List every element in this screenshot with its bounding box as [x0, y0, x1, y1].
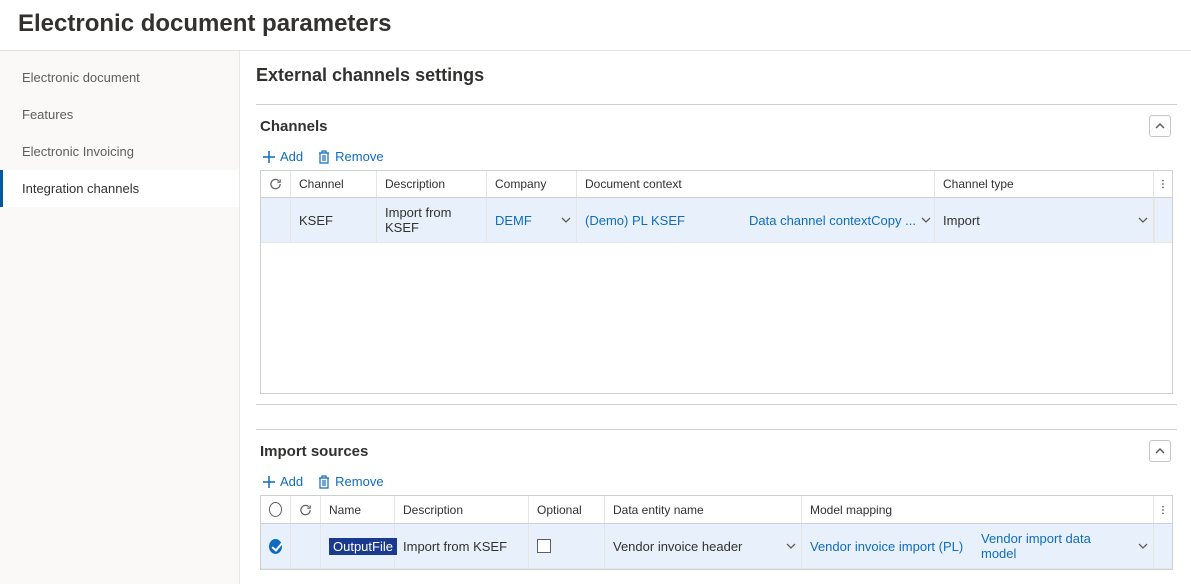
trash-icon [317, 150, 331, 164]
channels-refresh-button[interactable] [261, 171, 291, 197]
main-title: External channels settings [256, 65, 1177, 86]
channels-row[interactable]: KSEF Import from KSEF DEMF (Demo) PL KSE… [261, 198, 1172, 243]
channels-col-more-button[interactable] [1154, 171, 1172, 197]
channels-grid: Channel Description Company Document con… [260, 170, 1173, 394]
channels-col-channel-type[interactable]: Channel type [935, 171, 1154, 197]
model-mapping-right[interactable]: Vendor import data model [977, 524, 1133, 568]
import-row-selector[interactable] [261, 524, 291, 568]
import-cell-optional[interactable] [529, 524, 605, 568]
channels-add-button[interactable]: Add [262, 149, 303, 164]
import-sources-section: Import sources Add Remove [256, 429, 1177, 570]
import-select-all[interactable] [261, 496, 291, 523]
import-col-optional[interactable]: Optional [529, 496, 605, 523]
channels-cell-channel[interactable]: KSEF [291, 198, 377, 242]
import-cell-name[interactable]: OutputFile [321, 524, 395, 568]
plus-icon [262, 475, 276, 489]
import-col-data-entity[interactable]: Data entity name [605, 496, 802, 523]
channels-cell-company[interactable]: DEMF [487, 198, 577, 242]
doc-context-right[interactable]: Data channel contextCopy ... [747, 206, 918, 235]
chevron-up-icon [1155, 446, 1165, 456]
data-entity-dropdown[interactable] [781, 541, 801, 551]
channels-col-document-context[interactable]: Document context [577, 171, 935, 197]
chevron-down-icon [561, 215, 571, 225]
trash-icon [317, 475, 331, 489]
dots-vertical-icon [1162, 503, 1164, 517]
channels-remove-button[interactable]: Remove [317, 149, 383, 164]
import-row-end [1154, 524, 1172, 568]
doc-context-dropdown[interactable] [918, 215, 934, 225]
import-add-label: Add [280, 474, 303, 489]
sidebar-item-integration-channels[interactable]: Integration channels [0, 170, 239, 207]
chevron-up-icon [1155, 121, 1165, 131]
company-dropdown[interactable] [556, 215, 576, 225]
chevron-down-icon [1138, 541, 1148, 551]
channels-row-end [1154, 198, 1172, 242]
import-section-title: Import sources [260, 443, 1149, 460]
chevron-down-icon [921, 215, 931, 225]
page-title: Electronic document parameters [0, 0, 1191, 50]
import-remove-button[interactable]: Remove [317, 474, 383, 489]
import-col-model-mapping[interactable]: Model mapping [802, 496, 1154, 523]
channels-col-description[interactable]: Description [377, 171, 487, 197]
channels-row-selector[interactable] [261, 198, 291, 242]
model-mapping-dropdown[interactable] [1133, 541, 1153, 551]
sidebar-item-electronic-invoicing[interactable]: Electronic Invoicing [0, 133, 239, 170]
channels-cell-description[interactable]: Import from KSEF [377, 198, 487, 242]
radio-unchecked-icon [269, 502, 282, 517]
import-col-name[interactable]: Name [321, 496, 395, 523]
channels-section-title: Channels [260, 118, 1149, 135]
channels-collapse-button[interactable] [1149, 115, 1171, 137]
chevron-down-icon [786, 541, 796, 551]
model-mapping-left[interactable]: Vendor invoice import (PL) [810, 539, 963, 554]
import-row-status [291, 524, 321, 568]
import-cell-description[interactable]: Import from KSEF [395, 524, 529, 568]
company-link[interactable]: DEMF [487, 206, 556, 235]
channel-type-value[interactable]: Import [935, 206, 1133, 235]
name-value: OutputFile [329, 538, 397, 555]
channel-type-dropdown[interactable] [1133, 215, 1153, 225]
channels-add-label: Add [280, 149, 303, 164]
channels-remove-label: Remove [335, 149, 383, 164]
import-remove-label: Remove [335, 474, 383, 489]
dots-vertical-icon [1162, 177, 1164, 191]
channels-section: Channels Add Remove [256, 104, 1177, 405]
import-col-description[interactable]: Description [395, 496, 529, 523]
import-col-more-button[interactable] [1154, 496, 1172, 523]
doc-context-left[interactable]: (Demo) PL KSEF [585, 213, 685, 228]
import-refresh-button[interactable] [291, 496, 321, 523]
radio-checked-icon [269, 539, 282, 554]
import-row[interactable]: OutputFile Import from KSEF Vendor invoi… [261, 524, 1172, 569]
import-collapse-button[interactable] [1149, 440, 1171, 462]
sidebar: Electronic document Features Electronic … [0, 51, 240, 584]
refresh-icon [299, 503, 312, 517]
plus-icon [262, 150, 276, 164]
channels-col-company[interactable]: Company [487, 171, 577, 197]
refresh-icon [269, 177, 282, 191]
sidebar-item-features[interactable]: Features [0, 96, 239, 133]
data-entity-value[interactable]: Vendor invoice header [605, 532, 781, 561]
sidebar-item-electronic-document[interactable]: Electronic document [0, 59, 239, 96]
chevron-down-icon [1138, 215, 1148, 225]
import-add-button[interactable]: Add [262, 474, 303, 489]
channels-col-channel[interactable]: Channel [291, 171, 377, 197]
optional-checkbox[interactable] [537, 539, 551, 553]
channels-grid-empty [261, 243, 1172, 393]
import-grid: Name Description Optional Data entity na… [260, 495, 1173, 570]
